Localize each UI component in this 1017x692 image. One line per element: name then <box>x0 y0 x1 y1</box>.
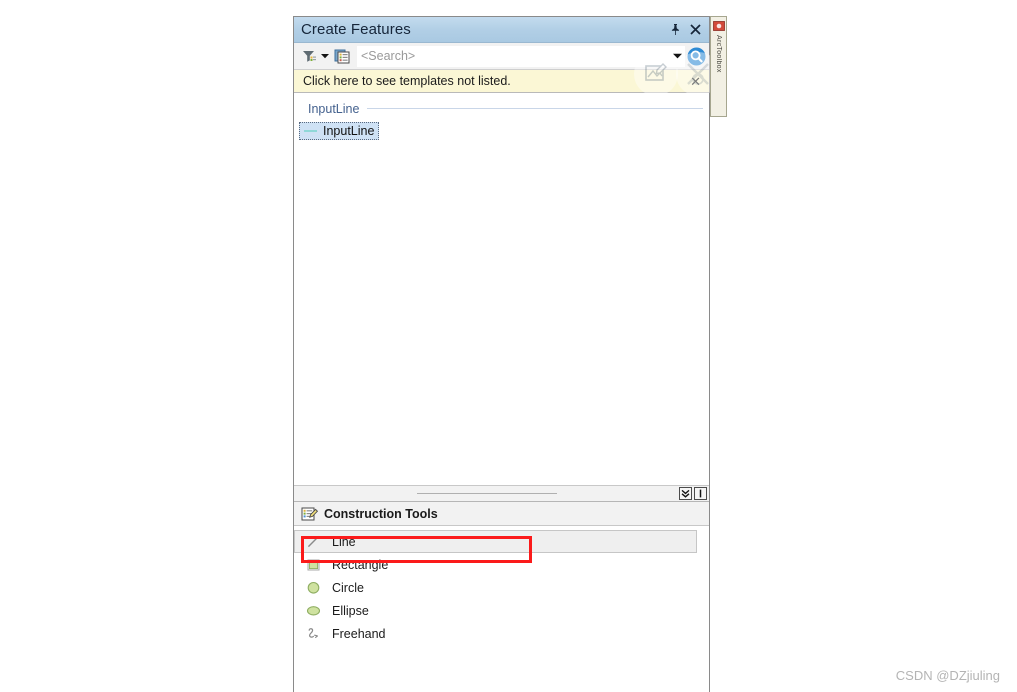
close-icon[interactable] <box>689 22 702 37</box>
construction-tool-label: Line <box>332 534 356 549</box>
construction-tools-title: Construction Tools <box>324 506 438 521</box>
construction-tool-circle[interactable]: Circle <box>294 576 709 599</box>
titlebar-button-group <box>669 22 705 37</box>
filter-chevron-down-icon[interactable] <box>319 46 330 66</box>
info-bar-close-icon[interactable]: ✕ <box>690 75 701 88</box>
search-chevron-down-icon[interactable] <box>669 53 685 59</box>
construction-tools-list[interactable]: Line Rectangle Circle Ellipse Freehand <box>294 526 709 692</box>
circle-tool-icon <box>305 579 322 596</box>
template-group-header: InputLine <box>294 99 709 118</box>
template-item-label: InputLine <box>323 124 375 138</box>
construction-tool-rectangle[interactable]: Rectangle <box>294 553 709 576</box>
rectangle-tool-icon <box>305 556 322 573</box>
template-group-rule <box>367 108 703 109</box>
collapse-chevrons-button[interactable] <box>679 487 692 500</box>
organize-templates-icon[interactable] <box>333 46 353 66</box>
ellipse-tool-icon <box>305 602 322 619</box>
search-magnifier-icon[interactable] <box>685 45 707 67</box>
template-list[interactable]: InputLine InputLine <box>294 93 709 486</box>
csdn-watermark: CSDN @DZjiuling <box>895 668 1000 683</box>
construction-tool-label: Freehand <box>332 626 386 641</box>
construction-tool-label: Ellipse <box>332 603 369 618</box>
template-group-label: InputLine <box>308 101 360 116</box>
construction-tool-freehand[interactable]: Freehand <box>294 622 709 645</box>
search-placeholder: <Search> <box>361 49 416 63</box>
vertical-dock-tab-label: ArcToolbox <box>715 35 722 73</box>
page-title: Create Features <box>301 21 411 38</box>
panel-splitter[interactable] <box>294 486 709 502</box>
splitter-button-group <box>679 487 707 500</box>
construction-tools-header: Construction Tools <box>294 502 709 526</box>
construction-tool-label: Rectangle <box>332 557 389 572</box>
create-features-panel: Create Features <Search> Click here to s… <box>293 16 720 692</box>
info-bar-text: Click here to see templates not listed. <box>303 74 511 88</box>
splitter-grip[interactable] <box>294 486 679 501</box>
construction-tool-ellipse[interactable]: Ellipse <box>294 599 709 622</box>
freehand-tool-icon <box>305 625 322 642</box>
templates-not-listed-bar[interactable]: Click here to see templates not listed. … <box>294 70 709 93</box>
line-tool-icon <box>305 533 322 550</box>
line-swatch-icon <box>303 127 318 135</box>
vertical-dock-tab[interactable]: ArcToolbox <box>710 16 727 117</box>
arctoolbox-icon <box>712 19 725 32</box>
divider-button[interactable] <box>694 487 707 500</box>
construction-tool-line[interactable]: Line <box>294 530 697 553</box>
template-item-inputline[interactable]: InputLine <box>299 122 380 140</box>
pin-icon[interactable] <box>669 22 682 37</box>
filter-funnel-icon[interactable] <box>299 46 319 66</box>
panel-titlebar: Create Features <box>294 17 709 43</box>
search-input[interactable]: <Search> <box>357 45 685 67</box>
list-pencil-icon <box>301 506 318 522</box>
construction-tool-label: Circle <box>332 580 364 595</box>
panel-toolbar: <Search> <box>294 43 720 96</box>
